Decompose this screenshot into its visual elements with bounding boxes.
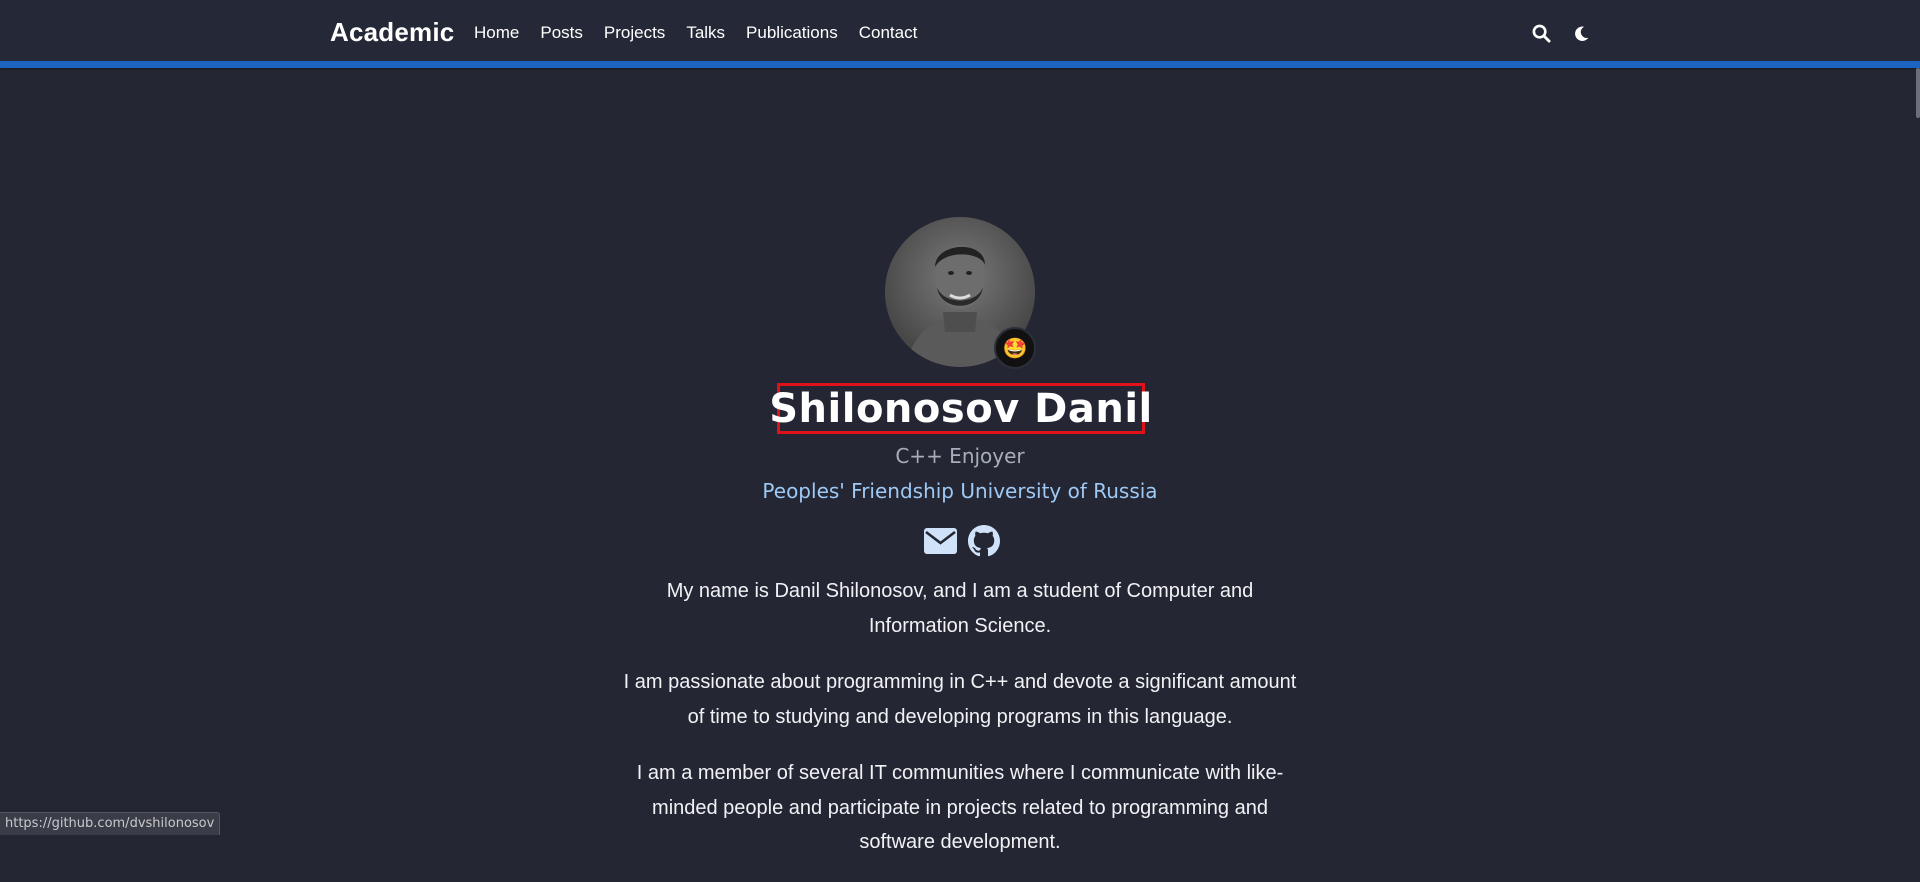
envelope-icon[interactable]: [923, 524, 957, 558]
main-nav: Home Posts Projects Talks Publications C…: [474, 23, 938, 43]
top-navbar: Academic Home Posts Projects Talks Publi…: [0, 0, 1920, 68]
nav-tools: [1530, 21, 1592, 45]
profile-name-highlight: Shilonosov Danil: [769, 383, 1152, 434]
avatar-container: 🤩: [885, 217, 1036, 369]
profile-organization[interactable]: Peoples' Friendship University of Russia: [0, 479, 1920, 503]
social-links: [923, 524, 1001, 558]
nav-link-home[interactable]: Home: [474, 23, 519, 43]
github-icon[interactable]: [967, 524, 1001, 558]
nav-link-posts[interactable]: Posts: [540, 23, 583, 43]
link-preview-status: https://github.com/dvshilonosov: [0, 812, 221, 835]
search-icon[interactable]: [1530, 21, 1552, 45]
status-emoji-badge: 🤩: [994, 327, 1036, 369]
profile-role: C++ Enjoyer: [895, 444, 1025, 468]
bio-text: My name is Danil Shilonosov, and I am a …: [620, 574, 1300, 882]
nav-link-publications[interactable]: Publications: [746, 23, 838, 43]
nav-link-contact[interactable]: Contact: [859, 23, 918, 43]
profile-section: 🤩 Shilonosov Danil C++ Enjoyer Peoples' …: [0, 75, 1920, 853]
profile-name: Shilonosov Danil: [769, 385, 1153, 432]
bio-paragraph: I am passionate about programming in C++…: [623, 671, 1297, 728]
bio-paragraph: My name is Danil Shilonosov, and I am a …: [666, 580, 1254, 637]
moon-icon[interactable]: [1570, 21, 1592, 45]
brand-logo-text[interactable]: Academic: [330, 17, 454, 48]
bio-paragraph: I am a member of several IT communities …: [636, 762, 1284, 853]
nav-link-talks[interactable]: Talks: [686, 23, 725, 43]
nav-link-projects[interactable]: Projects: [604, 23, 665, 43]
